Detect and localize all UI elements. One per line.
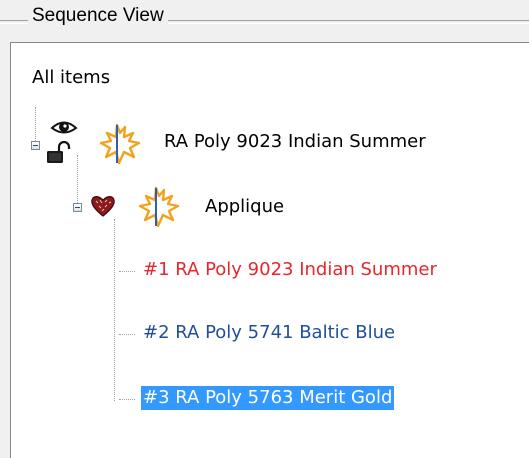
sequence-tree[interactable]: All items RA Poly 9023 Indian Summer App…: [10, 42, 529, 458]
tree-line: [35, 107, 36, 145]
tree-item-thread-2[interactable]: #2 RA Poly 5741 Baltic Blue: [141, 321, 397, 345]
tree-line: [77, 155, 78, 207]
tree-line: [119, 334, 135, 335]
tree-line: [114, 219, 115, 401]
group-title: Sequence View: [28, 4, 168, 28]
collapse-toggle[interactable]: [73, 203, 82, 212]
eye-icon[interactable]: [50, 119, 78, 137]
tree-item-thread-3-selected[interactable]: #3 RA Poly 5763 Merit Gold: [141, 386, 395, 410]
sequence-view-panel: Sequence View All items RA Poly 9023 Ind…: [0, 0, 529, 458]
heart-icon: [91, 196, 115, 217]
tree-line: [119, 399, 135, 400]
maple-leaf-icon: [138, 186, 180, 228]
unlock-icon[interactable]: [45, 141, 71, 165]
maple-leaf-icon: [99, 123, 141, 165]
tree-root-all-items[interactable]: All items: [30, 66, 112, 90]
tree-line: [119, 271, 135, 272]
tree-node-pattern[interactable]: RA Poly 9023 Indian Summer: [162, 130, 428, 154]
collapse-toggle[interactable]: [31, 141, 40, 150]
tree-item-thread-1[interactable]: #1 RA Poly 9023 Indian Summer: [141, 258, 439, 282]
tree-node-applique[interactable]: Applique: [203, 195, 286, 219]
